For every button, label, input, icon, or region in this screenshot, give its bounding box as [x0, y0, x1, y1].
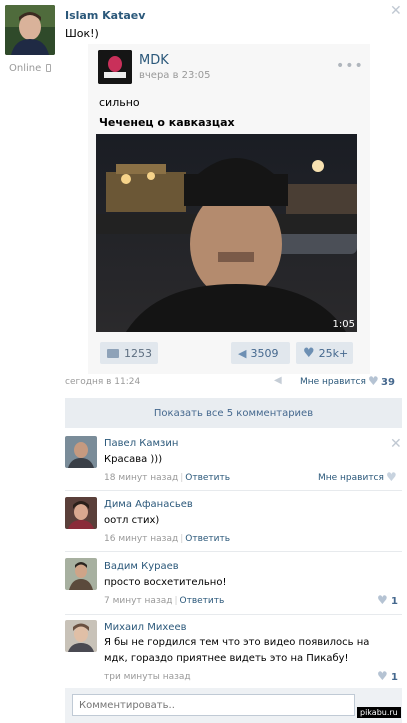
heart-icon: ♥: [303, 345, 315, 361]
repost-date[interactable]: вчера в 23:05: [139, 70, 211, 81]
post-heart-icon[interactable]: ♥: [368, 374, 379, 388]
comment-like-label[interactable]: Мне нравится: [318, 473, 384, 483]
comment-heart-icon[interactable]: ♥: [386, 470, 397, 484]
comment-text: Красава ))): [104, 454, 163, 465]
group-name[interactable]: MDK: [139, 53, 169, 68]
likes-button[interactable]: ♥ 25k+: [296, 342, 353, 364]
comment-author[interactable]: Вадим Кураев: [104, 561, 179, 572]
avatar-photo: [65, 497, 97, 529]
comment-like-count: 1: [391, 596, 398, 607]
comment-meta: 7 минут назад | Ответить: [104, 596, 225, 606]
comment-time[interactable]: 18 минут назад: [104, 473, 178, 483]
avatar-photo: [65, 436, 97, 468]
comment-meta: три минуты назад: [104, 672, 191, 682]
comment-author[interactable]: Михаил Михеев: [104, 622, 187, 633]
comment-avatar[interactable]: [65, 558, 97, 590]
post-like-label[interactable]: Мне нравится: [300, 377, 366, 387]
comment-delete-icon[interactable]: ✕: [390, 437, 402, 451]
comment-author[interactable]: Дима Афанасьев: [104, 499, 193, 510]
comment-avatar[interactable]: [65, 436, 97, 468]
comment-author[interactable]: Павел Камзин: [104, 438, 178, 449]
avatar-photo: [65, 620, 97, 652]
comment-like-count: 1: [391, 672, 398, 683]
author-avatar[interactable]: [5, 5, 55, 55]
reply-link[interactable]: Ответить: [185, 534, 230, 544]
online-label: Online: [9, 63, 42, 74]
comment-meta: 18 минут назад | Ответить: [104, 473, 231, 483]
post-like-count: 39: [381, 377, 395, 388]
repost-text: сильно: [99, 96, 140, 109]
comment-heart-icon[interactable]: ♥: [377, 669, 388, 683]
comment-icon: [107, 348, 119, 358]
comment-text: просто восхетительно!: [104, 577, 227, 588]
reposts-count: 3509: [250, 346, 279, 360]
comment-divider: [65, 490, 402, 491]
comment-text: Я бы не гордился тем что это видео появи…: [104, 637, 370, 664]
comment-divider: [65, 614, 402, 615]
comment-text: оотл стих): [104, 515, 160, 526]
reply-link[interactable]: Ответить: [185, 473, 230, 483]
avatar-photo: [65, 558, 97, 590]
video-duration: 1:05: [332, 319, 355, 330]
more-icon[interactable]: •••: [336, 59, 364, 73]
mobile-icon: [46, 64, 52, 72]
comment-meta: 16 минут назад | Ответить: [104, 534, 231, 544]
megaphone-icon: ◀: [238, 346, 247, 360]
online-status: Online: [9, 63, 52, 74]
video-thumbnail: [96, 134, 357, 332]
group-logo-icon: [98, 50, 132, 84]
group-avatar[interactable]: [98, 50, 132, 84]
comments-button[interactable]: 1253: [100, 342, 158, 364]
comment-time[interactable]: 7 минут назад: [104, 596, 172, 606]
comments-count: 1253: [124, 346, 152, 360]
comment-divider: [65, 551, 402, 552]
reply-link[interactable]: Ответить: [180, 596, 225, 606]
show-all-comments-button[interactable]: Показать все 5 комментариев: [65, 398, 402, 428]
comment-time[interactable]: 16 минут назад: [104, 534, 178, 544]
comment-input[interactable]: [72, 694, 355, 716]
reposts-button[interactable]: ◀ 3509: [231, 342, 290, 364]
author-photo: [5, 5, 55, 55]
likes-count: 25k+: [318, 346, 349, 360]
comment-heart-icon[interactable]: ♥: [377, 593, 388, 607]
repost-icon[interactable]: ◀: [274, 375, 282, 386]
post-date[interactable]: сегодня в 11:24: [65, 377, 140, 387]
repost-video-title: Чеченец о кавказцах: [99, 116, 235, 129]
comment-avatar[interactable]: [65, 620, 97, 652]
post-author[interactable]: Islam Kataev: [65, 9, 145, 22]
comment-avatar[interactable]: [65, 497, 97, 529]
post-text: Шок!): [65, 27, 99, 40]
post-close-icon[interactable]: ✕: [390, 4, 402, 18]
watermark: pikabu.ru: [357, 707, 401, 718]
comment-time[interactable]: три минуты назад: [104, 672, 191, 682]
video-player[interactable]: 1:05: [96, 134, 357, 332]
show-all-comments-label: Показать все 5 комментариев: [153, 407, 314, 419]
